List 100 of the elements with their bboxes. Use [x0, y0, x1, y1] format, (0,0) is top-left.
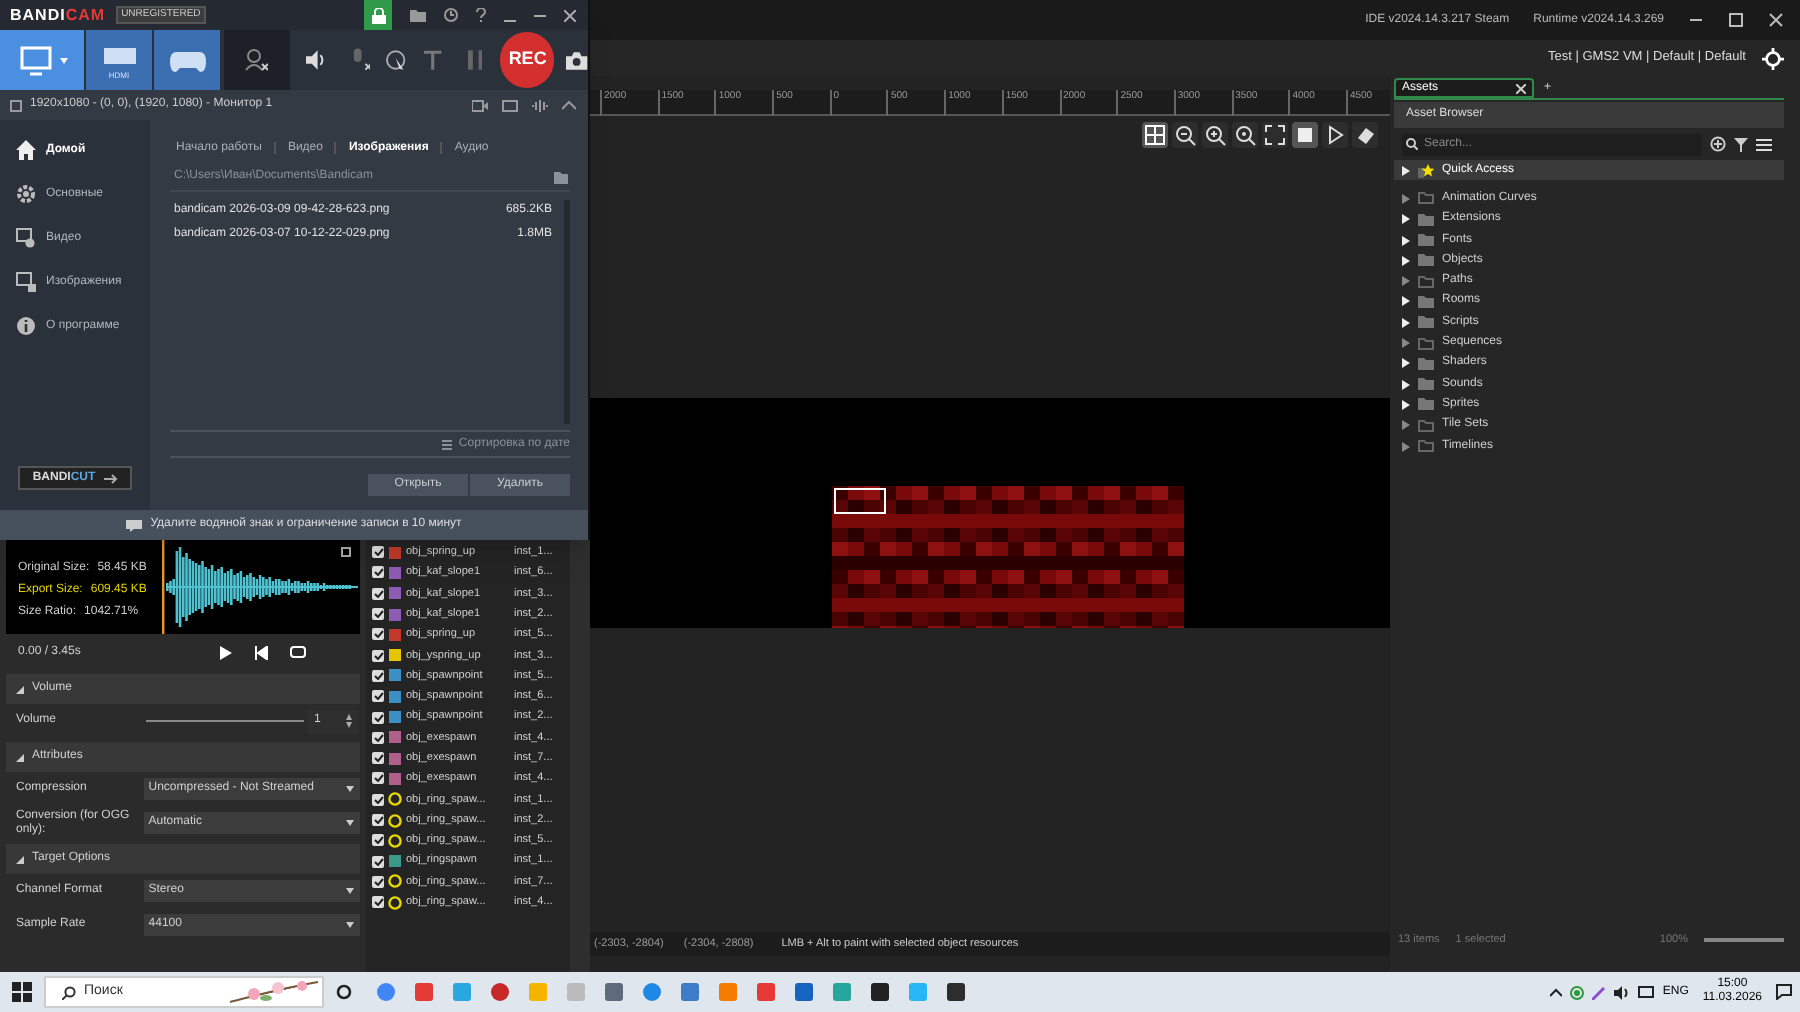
checkmark-icon — [373, 774, 383, 783]
toolbar-button[interactable] — [1172, 121, 1198, 147]
checkbox[interactable] — [372, 772, 384, 785]
checkbox[interactable] — [372, 711, 384, 724]
checkbox[interactable] — [372, 690, 384, 703]
target-icon[interactable] — [1762, 47, 1784, 69]
close-icon[interactable] — [564, 9, 576, 21]
status-circle-icon[interactable] — [1570, 985, 1585, 999]
fit-screen-icon — [1264, 123, 1286, 145]
speaker-icon[interactable] — [1614, 985, 1631, 999]
info-icon — [16, 316, 36, 336]
checkmark-icon — [373, 630, 383, 639]
video-camera-icon[interactable] — [472, 99, 488, 111]
play-icon[interactable] — [218, 645, 232, 659]
audio-wave-icon[interactable] — [532, 99, 548, 111]
lock-button[interactable] — [364, 0, 392, 30]
record-app-icon[interactable] — [490, 982, 510, 1002]
checkmark-icon — [373, 568, 383, 577]
arrow-right-icon — [103, 473, 118, 483]
close-icon[interactable] — [1516, 83, 1526, 93]
checkbox[interactable] — [372, 731, 384, 744]
app-icon[interactable] — [414, 982, 434, 1002]
maximize-icon[interactable] — [1728, 12, 1744, 28]
speaker-icon[interactable] — [305, 50, 326, 70]
maximize-icon[interactable] — [534, 9, 546, 21]
checkbox[interactable] — [372, 546, 384, 559]
checkbox[interactable] — [372, 587, 384, 600]
camera-icon[interactable] — [566, 51, 588, 69]
cursor-icon[interactable] — [386, 49, 406, 71]
webcam-button[interactable] — [224, 30, 290, 90]
checkbox[interactable] — [372, 834, 384, 847]
record-button[interactable]: REC — [500, 32, 555, 88]
grid-icon — [1144, 123, 1166, 145]
menu-icon[interactable] — [1756, 137, 1772, 151]
skip-back-icon[interactable] — [254, 645, 268, 659]
help-icon[interactable] — [476, 8, 486, 22]
browser-icon[interactable] — [642, 982, 662, 1002]
lock-icon — [371, 7, 385, 23]
search-icon — [62, 985, 76, 999]
folder-icon[interactable] — [410, 9, 426, 21]
webcam-icon — [244, 48, 269, 72]
monitor-icon[interactable] — [1638, 985, 1655, 999]
dropdown-arrow-icon — [346, 786, 354, 792]
task-view-icon[interactable] — [336, 984, 352, 1000]
sort-icon[interactable] — [442, 439, 453, 449]
capture-mode-button[interactable] — [0, 30, 84, 90]
picture-icon[interactable] — [502, 99, 518, 111]
expand-arrow-icon[interactable] — [1402, 165, 1410, 176]
close-icon[interactable] — [1768, 12, 1784, 28]
empty-folder-icon — [1418, 192, 1434, 205]
toolbar-button[interactable] — [1202, 121, 1228, 147]
chevron-up-icon[interactable] — [1550, 987, 1563, 997]
clock-icon[interactable] — [444, 8, 458, 22]
spinner-arrows-icon[interactable] — [346, 714, 352, 728]
checkbox[interactable] — [372, 628, 384, 641]
checkbox[interactable] — [372, 896, 384, 909]
toolbar-button[interactable] — [1262, 121, 1288, 147]
expanded-icon — [16, 753, 24, 761]
toolbar-button[interactable] — [1322, 121, 1348, 147]
checkbox[interactable] — [10, 99, 22, 111]
checkmark-icon — [373, 898, 383, 907]
checkmark-icon — [373, 692, 383, 701]
checkbox[interactable] — [372, 649, 384, 662]
filter-icon[interactable] — [1734, 137, 1748, 151]
text-icon[interactable] — [423, 50, 442, 70]
flower-branch-icon — [226, 978, 322, 1006]
expanded-icon — [16, 685, 24, 693]
windows-logo-icon[interactable] — [12, 982, 32, 1002]
selection-rectangle — [834, 488, 886, 514]
home-icon — [16, 140, 36, 160]
checkbox[interactable] — [372, 608, 384, 621]
checkbox[interactable] — [372, 875, 384, 888]
browser-icon[interactable] — [376, 982, 396, 1002]
game-engine-icon[interactable] — [946, 982, 966, 1002]
checkbox[interactable] — [372, 752, 384, 765]
add-icon[interactable] — [1710, 136, 1726, 152]
search-icon — [1406, 138, 1418, 150]
capture-mode-button[interactable] — [154, 30, 220, 90]
collapse-icon[interactable] — [562, 100, 576, 110]
checkbox[interactable] — [372, 669, 384, 682]
calculator-icon[interactable] — [604, 982, 624, 1002]
gear-icon — [16, 184, 36, 204]
checkbox[interactable] — [372, 855, 384, 868]
loop-icon[interactable] — [290, 645, 306, 659]
notification-icon[interactable] — [1776, 984, 1792, 1000]
toolbar-button[interactable] — [1292, 121, 1318, 147]
checkbox[interactable] — [372, 793, 384, 806]
app-icon[interactable] — [680, 982, 700, 1002]
video-editor-icon[interactable] — [870, 982, 890, 1002]
checkbox[interactable] — [372, 566, 384, 579]
toolbar-button[interactable] — [1232, 121, 1258, 147]
play-icon — [1324, 123, 1346, 145]
zoom-reset-icon — [1234, 123, 1256, 145]
feather-icon[interactable] — [1592, 985, 1607, 999]
toggle-icon — [1294, 123, 1316, 145]
toolbar-button[interactable] — [1352, 121, 1378, 147]
folder-icon[interactable] — [554, 171, 570, 183]
dropdown-arrow-icon[interactable] — [59, 57, 67, 63]
checkmark-icon — [373, 857, 383, 866]
checkbox[interactable] — [372, 814, 384, 826]
